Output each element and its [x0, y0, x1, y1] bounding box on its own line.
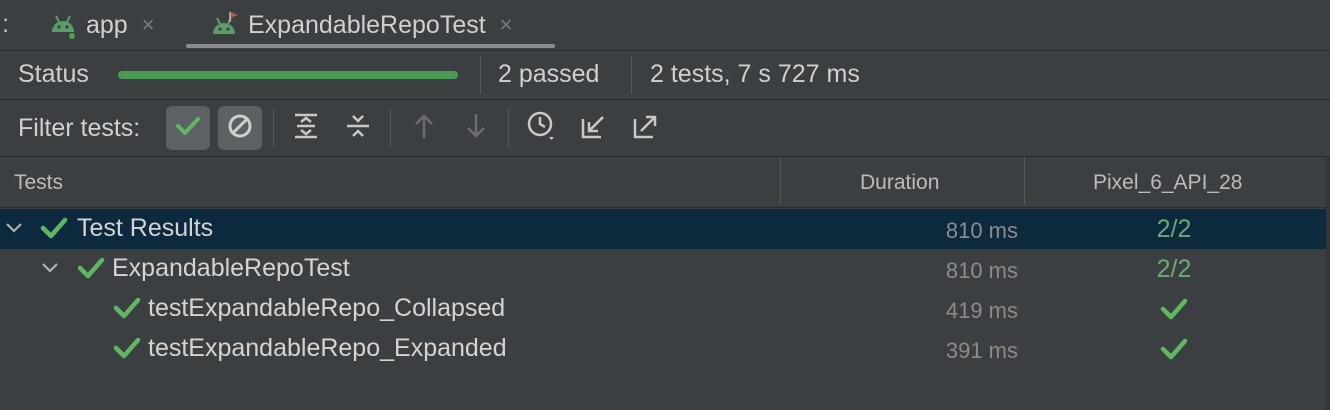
history-button[interactable]	[522, 108, 562, 148]
column-header-duration[interactable]: Duration	[860, 171, 939, 195]
divider	[273, 108, 274, 148]
passed-count: 2 passed	[498, 60, 600, 88]
history-icon	[525, 109, 559, 148]
divider	[508, 108, 509, 148]
test-duration: 391 ms	[945, 338, 1018, 363]
close-icon[interactable]: ×	[142, 12, 155, 38]
show-ignored-icon	[226, 112, 254, 145]
previous-failed-icon	[411, 112, 437, 145]
test-result-ratio: 2/2	[1156, 215, 1192, 243]
check-icon	[1160, 296, 1188, 327]
test-duration: 810 ms	[945, 218, 1018, 243]
divider	[390, 108, 391, 148]
close-icon[interactable]: ×	[500, 12, 513, 38]
passed-check-icon	[113, 295, 141, 326]
show-ignored-button[interactable]	[218, 106, 262, 150]
passed-check-icon	[77, 255, 105, 286]
tab-overflow-indicator[interactable]: :	[2, 8, 9, 39]
collapse-all-button[interactable]	[338, 108, 378, 148]
status-label: Status	[18, 60, 89, 88]
tab-expandable-repo-test-label: ExpandableRepoTest	[248, 10, 486, 39]
test-summary: 2 tests, 7 s 727 ms	[650, 60, 860, 88]
test-duration: 810 ms	[945, 258, 1018, 283]
test-progress-bar	[118, 71, 458, 79]
next-failed-button[interactable]	[456, 108, 496, 148]
column-header-tests[interactable]: Tests	[14, 171, 63, 195]
chevron-down-icon[interactable]	[4, 218, 24, 243]
previous-failed-button[interactable]	[404, 108, 444, 148]
tab-app[interactable]: app ×	[48, 0, 155, 50]
test-name: Test Results	[77, 214, 214, 242]
column-divider[interactable]	[1024, 157, 1025, 205]
divider	[480, 56, 481, 94]
divider	[631, 56, 632, 94]
column-divider[interactable]	[780, 157, 781, 205]
export-button[interactable]	[626, 108, 666, 148]
filter-tests-label: Filter tests:	[18, 114, 141, 142]
test-name: testExpandableRepo_Expanded	[148, 334, 507, 362]
show-passed-icon	[175, 113, 201, 144]
collapse-all-icon	[344, 112, 372, 145]
tab-expandable-repo-test[interactable]: ExpandableRepoTest ×	[210, 0, 513, 50]
test-name: testExpandableRepo_Collapsed	[148, 294, 506, 322]
passed-check-icon	[113, 335, 141, 366]
passed-check-icon	[40, 215, 68, 246]
expand-all-icon	[292, 112, 320, 145]
scrollbar-track[interactable]	[1326, 157, 1330, 410]
tab-app-label: app	[86, 10, 128, 39]
active-tab-indicator	[186, 44, 555, 48]
column-header-device[interactable]: Pixel_6_API_28	[1093, 171, 1242, 195]
android-test-icon	[210, 10, 240, 40]
import-icon	[579, 111, 609, 146]
expand-all-button[interactable]	[286, 108, 326, 148]
show-passed-button[interactable]	[166, 106, 210, 150]
check-icon	[1160, 336, 1188, 367]
android-icon	[48, 10, 78, 40]
import-button[interactable]	[574, 108, 614, 148]
export-icon	[631, 111, 661, 146]
next-failed-icon	[463, 112, 489, 145]
test-result-ratio: 2/2	[1156, 255, 1192, 283]
test-duration: 419 ms	[945, 298, 1018, 323]
chevron-down-icon[interactable]	[40, 258, 60, 283]
test-name: ExpandableRepoTest	[112, 254, 350, 282]
